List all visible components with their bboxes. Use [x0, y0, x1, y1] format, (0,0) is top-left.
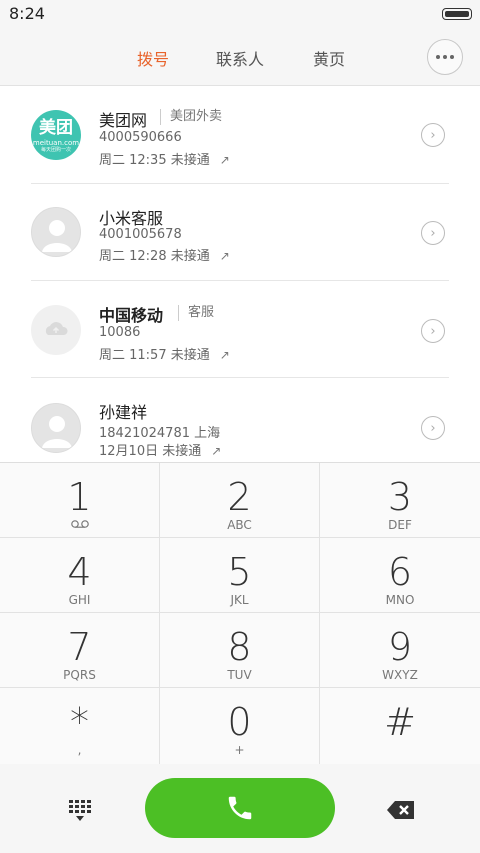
key-digit: 0 [227, 700, 252, 744]
key-digit: 3 [387, 475, 413, 519]
key-digit: 4 [67, 550, 92, 594]
contact-name: 小米客服 [99, 209, 164, 228]
key-digit: 9 [387, 625, 413, 669]
key-7[interactable]: 7 PQRS [0, 613, 160, 688]
person-icon [42, 220, 72, 252]
call-time-status: 12月10日 未接通 [99, 444, 202, 459]
cloud-icon [45, 322, 68, 335]
chevron-right-icon: › [430, 323, 436, 339]
call-log-item[interactable]: 美团 meituan.com 每天团购一次 美团网 美团外卖 400059066… [0, 87, 480, 184]
chevron-right-icon: › [430, 225, 436, 241]
battery-icon [442, 8, 472, 20]
tab-contacts[interactable]: 联系人 [216, 46, 264, 70]
chevron-right-icon: › [430, 420, 436, 436]
avatar: 美团 meituan.com 每天团购一次 [31, 110, 81, 160]
key-letters: ABC [227, 518, 252, 532]
contact-name: 美团网 [99, 111, 148, 130]
tab-header: 拨号 联系人 黄页 [0, 28, 480, 86]
call-detail-button[interactable]: › [421, 123, 445, 147]
call-button[interactable] [145, 778, 335, 838]
meituan-logo-text: 美团 [39, 118, 73, 138]
key-2[interactable]: 2 ABC [160, 463, 320, 538]
key-digit: # [384, 700, 416, 744]
key-letters: TUV [227, 668, 252, 682]
outgoing-arrow-icon: ↗ [219, 153, 230, 167]
key-6[interactable]: 6 MNO [320, 538, 480, 613]
key-letters: , [77, 743, 82, 757]
dialpad-grid-icon[interactable] [66, 798, 94, 826]
key-4[interactable]: 4 GHI [0, 538, 160, 613]
phone-icon [228, 796, 252, 820]
call-time-status: 周二 12:28 未接通 [99, 249, 210, 264]
key-letters: JKL [230, 593, 249, 607]
key-digit: 1 [67, 475, 92, 519]
call-log-item[interactable]: 小米客服 4001005678 周二 12:28 未接通 ↗ › [0, 184, 480, 281]
phone-number: 4000590666 [99, 130, 182, 145]
key-9[interactable]: 9 WXYZ [320, 613, 480, 688]
key-digit: 8 [227, 625, 252, 669]
key-3[interactable]: 3 DEF [320, 463, 480, 538]
avatar [31, 305, 81, 355]
call-meta: 周二 12:35 未接通 ↗ [99, 149, 230, 168]
key-letters: + [234, 743, 245, 757]
contact-name: 孙建祥 [99, 403, 148, 422]
key-digit: 7 [67, 625, 92, 669]
voicemail-icon [0, 518, 159, 532]
call-time-status: 周二 12:35 未接通 [99, 153, 210, 168]
call-time-status: 周二 11:57 未接通 [99, 348, 210, 363]
key-0[interactable]: 0 + [160, 688, 320, 765]
phone-number: 18421024781 上海 [99, 426, 221, 441]
status-bar: 8:24 [0, 0, 480, 28]
contact-tag: 美团外卖 [160, 109, 222, 125]
key-letters: MNO [385, 593, 415, 607]
more-options-button[interactable] [427, 39, 463, 75]
key-digit: * [70, 700, 89, 744]
key-digit: 2 [227, 475, 252, 519]
call-log-item[interactable]: 孙建祥 18421024781 上海 12月10日 未接通 ↗ › [0, 378, 480, 462]
call-detail-button[interactable]: › [421, 319, 445, 343]
call-meta: 周二 12:28 未接通 ↗ [99, 245, 230, 264]
avatar [31, 403, 81, 453]
call-meta: 12月10日 未接通 ↗ [99, 440, 221, 459]
call-log-list[interactable]: 美团 meituan.com 每天团购一次 美团网 美团外卖 400059066… [0, 87, 480, 462]
outgoing-arrow-icon: ↗ [219, 348, 230, 362]
key-digit: 6 [387, 550, 413, 594]
call-detail-button[interactable]: › [421, 416, 445, 440]
key-5[interactable]: 5 JKL [160, 538, 320, 613]
backspace-icon[interactable] [386, 800, 416, 820]
more-dots-icon [436, 55, 440, 59]
key-star[interactable]: * , [0, 688, 160, 765]
meituan-logo-slogan: 每天团购一次 [40, 147, 71, 153]
person-icon [42, 416, 72, 448]
bottom-action-bar [0, 764, 480, 853]
key-letters: WXYZ [382, 668, 418, 682]
call-detail-button[interactable]: › [421, 221, 445, 245]
contact-tag: 客服 [178, 305, 214, 321]
call-log-item[interactable]: 中国移动 客服 10086 周二 11:57 未接通 ↗ › [0, 281, 480, 378]
chevron-right-icon: › [430, 127, 436, 143]
phone-number: 4001005678 [99, 227, 182, 242]
meituan-logo-domain: meituan.com [32, 139, 80, 147]
tab-yellow-pages[interactable]: 黄页 [313, 46, 345, 70]
tab-dial[interactable]: 拨号 [137, 46, 169, 70]
key-digit: 5 [227, 550, 252, 594]
key-8[interactable]: 8 TUV [160, 613, 320, 688]
key-hash[interactable]: # [320, 688, 480, 765]
key-letters: PQRS [63, 668, 96, 682]
call-meta: 周二 11:57 未接通 ↗ [99, 344, 230, 363]
dialpad: 1 2 ABC 3 DEF 4 GHI 5 JKL 6 MNO 7 PQRS 8… [0, 462, 480, 765]
status-time: 8:24 [9, 4, 45, 23]
more-dots-icon [443, 55, 447, 59]
key-letters: GHI [68, 593, 91, 607]
avatar [31, 207, 81, 257]
outgoing-arrow-icon: ↗ [219, 249, 230, 263]
key-letters: DEF [388, 518, 412, 532]
phone-number: 10086 [99, 325, 141, 340]
more-dots-icon [450, 55, 454, 59]
outgoing-arrow-icon: ↗ [211, 444, 222, 458]
contact-name: 中国移动 [99, 306, 164, 325]
key-1[interactable]: 1 [0, 463, 160, 538]
